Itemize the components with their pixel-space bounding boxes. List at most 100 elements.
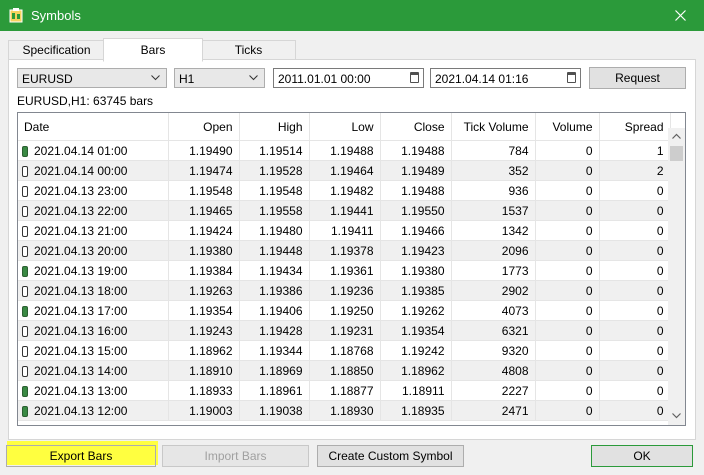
table-row[interactable]: 2021.04.13 20:00 1.19380 1.19448 1.19378 1.1… (18, 240, 671, 261)
from-date-input[interactable]: 2011.01.01 00:00 (273, 68, 424, 88)
table-cell: 1.19354 (380, 320, 452, 341)
tab-bars[interactable]: Bars (103, 38, 203, 62)
table-cell: 1.19385 (380, 280, 452, 301)
cell-date: 2021.04.14 01:00 (18, 140, 169, 161)
table-cell: 9320 (451, 340, 536, 361)
close-icon[interactable] (658, 0, 704, 31)
table-cell: 1.19354 (168, 300, 240, 321)
date-text: 2021.04.13 23:00 (34, 183, 128, 198)
bull-candle-icon (22, 145, 28, 157)
table-cell: 1.18961 (239, 380, 310, 401)
table-cell: 1.19262 (380, 300, 452, 321)
table-cell: 0 (599, 260, 671, 281)
table-cell: 1.19434 (239, 260, 310, 281)
table-cell: 0 (535, 320, 600, 341)
table-cell: 1.19386 (239, 280, 310, 301)
table-cell: 1.19424 (168, 220, 240, 241)
bars-table[interactable]: Date Open High Low Close Tick Volume Vol… (17, 112, 686, 426)
tab-specification[interactable]: Specification (8, 40, 105, 61)
to-date-input[interactable]: 2021.04.14 01:16 (430, 68, 581, 88)
table-cell: 1342 (451, 220, 536, 241)
table-cell: 1.19361 (309, 260, 381, 281)
table-row[interactable]: 2021.04.13 13:00 1.18933 1.18961 1.18877 1.1… (18, 380, 671, 401)
title-bar: Symbols (0, 0, 704, 31)
bull-candle-icon (22, 265, 28, 277)
cell-date: 2021.04.13 13:00 (18, 380, 169, 401)
column-header[interactable]: Date (18, 113, 169, 141)
table-row[interactable]: 2021.04.13 14:00 1.18910 1.18969 1.18850 1.1… (18, 360, 671, 381)
date-text: 2021.04.13 13:00 (34, 383, 128, 398)
scroll-thumb[interactable] (670, 146, 683, 161)
table-cell: 1.18962 (380, 360, 452, 381)
bear-candle-icon (22, 285, 28, 297)
table-cell: 4808 (451, 360, 536, 381)
date-text: 2021.04.13 20:00 (34, 243, 128, 258)
scroll-up-button[interactable] (668, 128, 685, 145)
table-cell: 352 (451, 160, 536, 181)
column-header[interactable]: Open (168, 113, 240, 141)
table-row[interactable]: 2021.04.13 21:00 1.19424 1.19480 1.19411 1.1… (18, 220, 671, 241)
table-cell: 1.19548 (239, 180, 310, 201)
import-bars-button[interactable]: Import Bars (162, 445, 309, 467)
table-row[interactable]: 2021.04.13 15:00 1.18962 1.19344 1.18768 1.1… (18, 340, 671, 361)
column-header[interactable]: Spread (599, 113, 671, 141)
calendar-icon[interactable] (567, 72, 576, 83)
calendar-icon[interactable] (410, 72, 419, 83)
tab-ticks[interactable]: Ticks (201, 40, 296, 61)
table-cell: 1.19428 (239, 320, 310, 341)
ok-button[interactable]: OK (591, 445, 693, 467)
table-cell: 1.19482 (309, 180, 381, 201)
cell-date: 2021.04.13 21:00 (18, 220, 169, 241)
table-row[interactable]: 2021.04.14 01:00 1.19490 1.19514 1.19488 1.1… (18, 140, 671, 161)
table-cell: 1773 (451, 260, 536, 281)
request-button[interactable]: Request (589, 67, 686, 89)
table-cell: 0 (535, 240, 600, 261)
table-cell: 1 (599, 140, 671, 161)
table-cell: 0 (535, 380, 600, 401)
cell-date: 2021.04.14 00:00 (18, 160, 169, 181)
cell-date: 2021.04.13 19:00 (18, 260, 169, 281)
column-header[interactable]: Tick Volume (451, 113, 536, 141)
table-row[interactable]: 2021.04.13 16:00 1.19243 1.19428 1.19231 1.1… (18, 320, 671, 341)
table-row[interactable]: 2021.04.13 19:00 1.19384 1.19434 1.19361 1.1… (18, 260, 671, 281)
table-cell: 1.18850 (309, 360, 381, 381)
bars-summary: EURUSD,H1: 63745 bars (17, 94, 154, 108)
table-cell: 0 (599, 180, 671, 201)
date-text: 2021.04.13 15:00 (34, 343, 128, 358)
table-cell: 1.19548 (168, 180, 240, 201)
table-cell: 1.19464 (309, 160, 381, 181)
scroll-down-button[interactable] (668, 408, 685, 425)
table-cell: 1.19550 (380, 200, 452, 221)
tab-label: Bars (140, 43, 166, 57)
date-text: 2021.04.13 12:00 (34, 403, 128, 418)
table-row[interactable]: 2021.04.13 17:00 1.19354 1.19406 1.19250 1.1… (18, 300, 671, 321)
table-row[interactable]: 2021.04.13 22:00 1.19465 1.19558 1.19441 1.1… (18, 200, 671, 221)
bear-candle-icon (22, 345, 28, 357)
timeframe-select[interactable]: H1 (174, 68, 265, 88)
tab-label: Ticks (234, 43, 263, 57)
to-date-value: 2021.04.14 01:16 (435, 72, 529, 86)
export-bars-button[interactable]: Export Bars (6, 445, 156, 467)
bear-candle-icon (22, 225, 28, 237)
column-header[interactable]: High (239, 113, 310, 141)
table-cell: 0 (599, 280, 671, 301)
column-header[interactable]: Volume (535, 113, 600, 141)
table-cell: 0 (599, 300, 671, 321)
table-row[interactable]: 2021.04.13 18:00 1.19263 1.19386 1.19236 1.1… (18, 280, 671, 301)
table-cell: 0 (599, 200, 671, 221)
table-row[interactable]: 2021.04.13 23:00 1.19548 1.19548 1.19482 1.1… (18, 180, 671, 201)
vertical-scrollbar[interactable] (668, 128, 685, 425)
create-custom-symbol-button[interactable]: Create Custom Symbol (317, 445, 464, 467)
table-cell: 0 (535, 280, 600, 301)
table-cell: 1.19406 (239, 300, 310, 321)
symbol-select[interactable]: EURUSD (17, 68, 167, 88)
chevron-down-icon (672, 413, 681, 419)
table-cell: 0 (599, 220, 671, 241)
column-header[interactable]: Close (380, 113, 452, 141)
table-row[interactable]: 2021.04.13 12:00 1.19003 1.19038 1.18930 1.1… (18, 400, 671, 421)
table-row[interactable]: 2021.04.14 00:00 1.19474 1.19528 1.19464 1.1… (18, 160, 671, 181)
column-header[interactable]: Low (309, 113, 381, 141)
table-cell: 1.19242 (380, 340, 452, 361)
table-cell: 936 (451, 180, 536, 201)
table-cell: 1.19441 (309, 200, 381, 221)
